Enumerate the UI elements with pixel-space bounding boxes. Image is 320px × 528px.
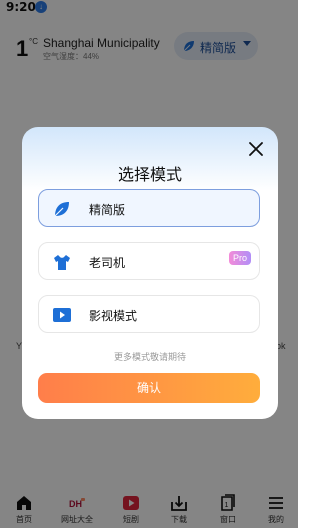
- option-veteran[interactable]: 老司机 Pro: [38, 242, 260, 280]
- option-video[interactable]: 影视模式: [38, 295, 260, 333]
- mode-select-dialog: 选择模式 精简版 老司机 Pro 影视模式 更多模式敬请期待 确认: [22, 127, 278, 419]
- leaf-icon: [54, 202, 69, 217]
- more-modes-tip: 更多模式敬请期待: [113, 352, 186, 362]
- confirm-button[interactable]: 确认: [38, 373, 260, 403]
- shirt-icon: [54, 255, 70, 270]
- option-label: 精简版: [89, 203, 126, 217]
- option-label: 老司机: [89, 256, 126, 270]
- pro-badge: Pro: [229, 251, 251, 265]
- option-label: 影视模式: [89, 309, 138, 323]
- option-lite[interactable]: 精简版: [38, 189, 260, 227]
- close-icon[interactable]: [246, 139, 266, 159]
- video-play-icon: [53, 308, 71, 322]
- dialog-title: 选择模式: [117, 167, 182, 184]
